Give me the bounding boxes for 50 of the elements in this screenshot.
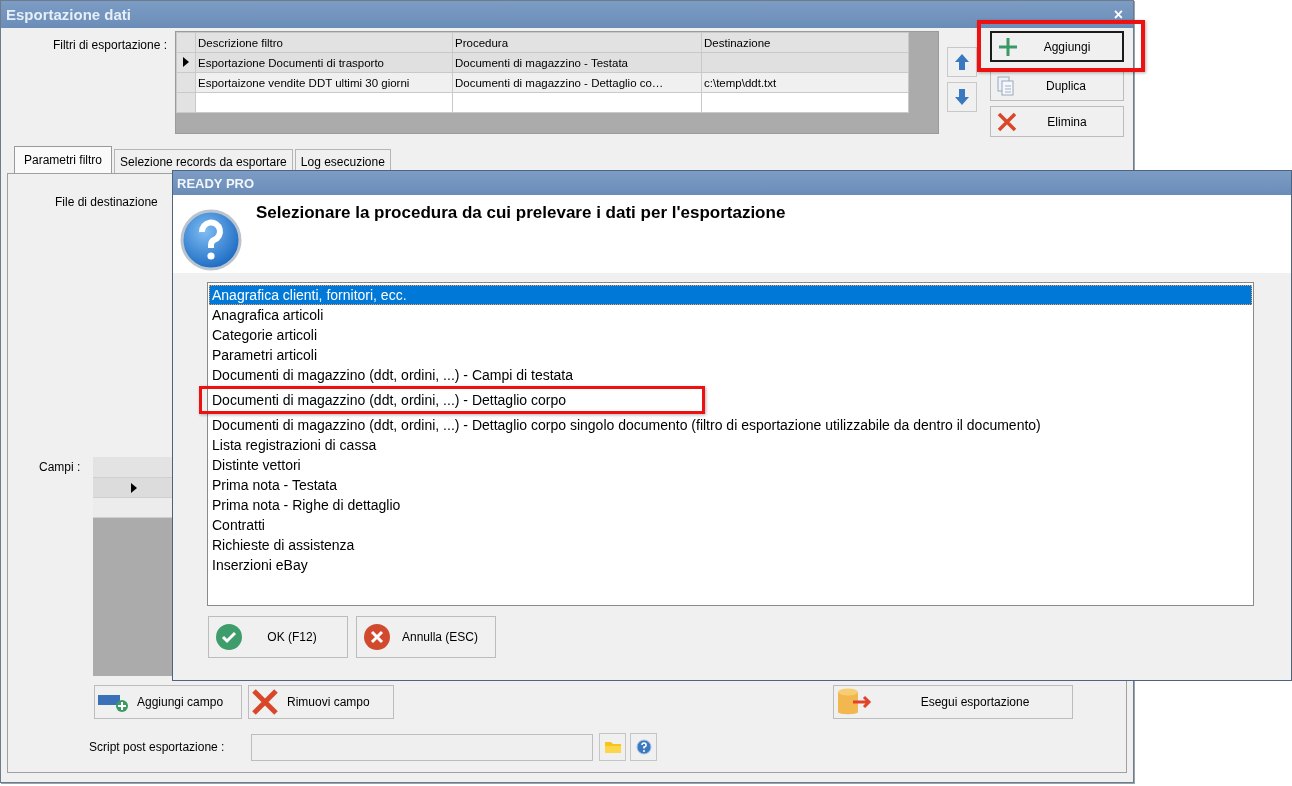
- dialog-message: Selezionare la procedura da cui prelevare i dati per l'esportazione: [256, 203, 786, 223]
- list-item[interactable]: Parametri articoli: [209, 345, 1252, 365]
- help-icon: [635, 739, 652, 755]
- move-up-button[interactable]: [947, 47, 977, 77]
- column-header: Procedura: [452, 32, 702, 53]
- list-item[interactable]: Documenti di magazzino (ddt, ordini, ...) - Campi di testata: [209, 365, 1252, 385]
- window-title: READY PRO: [177, 175, 255, 191]
- list-item[interactable]: Lista registrazioni di cassa: [209, 435, 1252, 455]
- toolbar-button[interactable]: Elimina: [990, 106, 1124, 137]
- list-item[interactable]: Inserzioni eBay: [209, 555, 1252, 575]
- toolbar-button[interactable]: Aggiungi: [990, 31, 1124, 62]
- row-pointer-icon: [131, 483, 137, 493]
- help-button[interactable]: [630, 733, 657, 761]
- list-item[interactable]: Prima nota - Righe di dettaglio: [209, 495, 1252, 515]
- check-icon: [215, 623, 243, 651]
- column-header: Destinazione: [701, 32, 909, 53]
- move-down-button[interactable]: [947, 82, 977, 112]
- list-item[interactable]: Prima nota - Testata: [209, 475, 1252, 495]
- fields-label: Campi :: [38, 459, 82, 476]
- plus-icon: [998, 36, 1018, 57]
- list-item[interactable]: Contratti: [209, 515, 1252, 535]
- close-icon: [251, 688, 279, 716]
- destination-label: File di destinazione: [54, 195, 159, 209]
- list-item[interactable]: Richieste di assistenza: [209, 535, 1252, 555]
- ok-button[interactable]: OK (F12): [208, 616, 348, 658]
- list-item[interactable]: Documenti di magazzino (ddt, ordini, ...) - Dettaglio corpo singolo documento (filtro di esportazione utilizzabile da dentro il documento): [209, 415, 1252, 435]
- folder-icon: [603, 740, 622, 754]
- toolbar-button[interactable]: Aggiungi campo: [94, 685, 242, 719]
- arrow-down-icon: [954, 88, 970, 106]
- export-button[interactable]: Esegui esportazione: [833, 685, 1073, 719]
- list-item[interactable]: Anagrafica clienti, fornitori, ecc.: [209, 285, 1252, 305]
- filters-label: Filtri di esportazione :: [51, 37, 167, 52]
- copy-icon: [997, 75, 1015, 96]
- tab[interactable]: Selezione records da esportare: [114, 149, 293, 173]
- arrow-up-icon: [954, 53, 970, 71]
- toolbar-button[interactable]: Rimuovi campo: [248, 685, 394, 719]
- column-header: Descrizione filtro: [195, 32, 453, 53]
- cancel-icon: [363, 623, 391, 651]
- toolbar-button[interactable]: Duplica: [990, 70, 1124, 101]
- row-pointer-icon: [183, 56, 189, 67]
- list-item[interactable]: Categorie articoli: [209, 325, 1252, 345]
- tab[interactable]: Parametri filtro: [14, 146, 113, 173]
- script-label: Script post esportazione :: [89, 740, 226, 754]
- cancel-button[interactable]: Annulla (ESC): [356, 616, 496, 658]
- list-item[interactable]: Anagrafica articoli: [209, 305, 1252, 325]
- list-item[interactable]: Distinte vettori: [209, 455, 1252, 475]
- window-title: Esportazione dati: [6, 6, 132, 23]
- list-item[interactable]: Documenti di magazzino (ddt, ordini, ...) - Dettaglio corpo: [209, 390, 1252, 410]
- tab[interactable]: Log esecuzione: [294, 149, 391, 173]
- close-icon: [997, 111, 1017, 132]
